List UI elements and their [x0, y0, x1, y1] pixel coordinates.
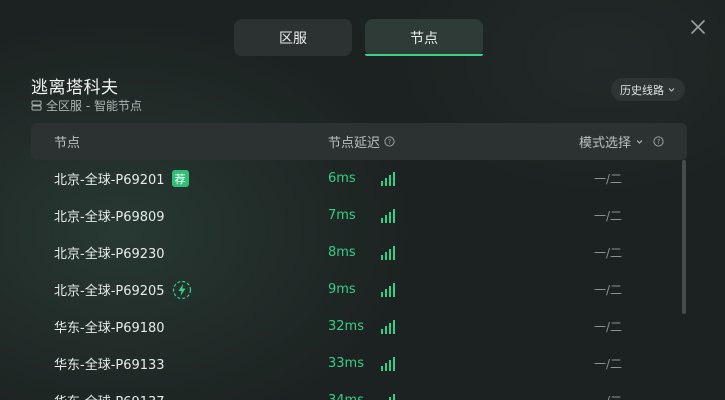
node-name: 北京-全球-P69230 [54, 247, 165, 262]
node-name: 北京-全球-P69809 [54, 210, 165, 225]
recommended-badge: 荐 [171, 170, 189, 187]
node-latency: 6ms [328, 171, 356, 186]
node-mode: 一/二 [594, 246, 623, 260]
node-latency: 8ms [328, 245, 356, 260]
svg-text:?: ? [388, 138, 392, 146]
node-latency: 34ms [328, 382, 364, 400]
node-name-cell: 北京-全球-P69201 荐 [54, 160, 189, 197]
column-node: 节点 [54, 123, 80, 160]
node-name: 华东-全球-P69133 [54, 358, 165, 373]
help-circle-icon[interactable]: ? [384, 136, 395, 147]
table-row[interactable]: 北京-全球-P69205 9ms 一/二 [31, 271, 681, 308]
signal-bars-icon [381, 209, 395, 223]
node-name-cell: 华东-全球-P69180 [54, 308, 165, 345]
mode-select-dropdown[interactable]: 模式选择 [579, 123, 644, 160]
node-latency: 7ms [328, 208, 356, 223]
help-circle-icon: ? [653, 136, 664, 147]
signal-bars-icon [381, 320, 395, 334]
table-row[interactable]: 华东-全球-P69137 34ms 一/二 [31, 382, 681, 400]
signal-bars-icon [381, 172, 395, 186]
node-list: 北京-全球-P69201 荐 6ms 一/二 北京-全球-P69809 7ms … [31, 160, 681, 400]
tab-node[interactable]: 节点 [365, 19, 483, 56]
tab-server-label: 区服 [279, 30, 307, 47]
close-icon[interactable] [688, 17, 708, 37]
table-row[interactable]: 华东-全球-P69133 33ms 一/二 [31, 345, 681, 382]
column-mode-label: 模式选择 [579, 136, 632, 151]
node-selection-panel: 区服 节点 逃离塔科夫 全区服 - 智能节点 历史线路 节点 节点延迟 ? 模式… [0, 0, 725, 400]
game-title: 逃离塔科夫 [31, 78, 119, 98]
scrollbar[interactable] [682, 160, 686, 314]
node-latency: 9ms [328, 282, 356, 297]
node-latency: 33ms [328, 356, 364, 371]
server-icon [31, 100, 42, 111]
svg-text:?: ? [657, 138, 661, 146]
node-name-cell: 北京-全球-P69230 [54, 234, 165, 271]
tab-server[interactable]: 区服 [234, 19, 352, 56]
column-latency-label: 节点延迟 [328, 136, 381, 151]
column-latency: 节点延迟 ? [328, 123, 395, 160]
table-row[interactable]: 北京-全球-P69201 荐 6ms 一/二 [31, 160, 681, 197]
node-name: 北京-全球-P69201 [54, 173, 165, 188]
column-node-label: 节点 [54, 136, 81, 151]
region-subtitle: 全区服 - 智能节点 [31, 97, 142, 114]
mode-help[interactable]: ? [653, 123, 664, 160]
table-row[interactable]: 北京-全球-P69809 7ms 一/二 [31, 197, 681, 234]
table-header: 节点 节点延迟 ? 模式选择 ? [31, 123, 687, 160]
tab-node-label: 节点 [410, 30, 438, 47]
node-name-cell: 华东-全球-P69133 [54, 345, 165, 382]
node-name-cell: 北京-全球-P69809 [54, 197, 165, 234]
signal-bars-icon [381, 246, 395, 260]
signal-bars-icon [381, 283, 395, 297]
table-row[interactable]: 北京-全球-P69230 8ms 一/二 [31, 234, 681, 271]
node-mode: 一/二 [594, 320, 623, 334]
node-mode: 一/二 [594, 382, 622, 400]
node-mode: 一/二 [594, 283, 623, 297]
signal-bars-icon [381, 357, 395, 371]
history-route-label: 历史线路 [620, 83, 664, 97]
chevron-down-icon [636, 140, 643, 144]
history-route-button[interactable]: 历史线路 [611, 78, 685, 101]
node-name-cell: 北京-全球-P69205 [54, 271, 192, 308]
node-latency: 32ms [328, 319, 364, 334]
node-name: 北京-全球-P69205 [54, 284, 165, 299]
lightning-boost-icon [172, 280, 191, 299]
node-name: 华东-全球-P69180 [54, 321, 165, 336]
node-name-cell: 华东-全球-P69137 [54, 382, 165, 400]
table-row[interactable]: 华东-全球-P69180 32ms 一/二 [31, 308, 681, 345]
node-name: 华东-全球-P69137 [54, 391, 165, 400]
subtitle-text: 全区服 - 智能节点 [46, 99, 142, 113]
chevron-down-icon [668, 88, 675, 92]
node-mode: 一/二 [594, 209, 623, 223]
node-mode: 一/二 [594, 172, 623, 186]
node-mode: 一/二 [594, 357, 623, 371]
signal-bars-icon [389, 394, 395, 400]
tab-bar: 区服 节点 [234, 19, 483, 56]
